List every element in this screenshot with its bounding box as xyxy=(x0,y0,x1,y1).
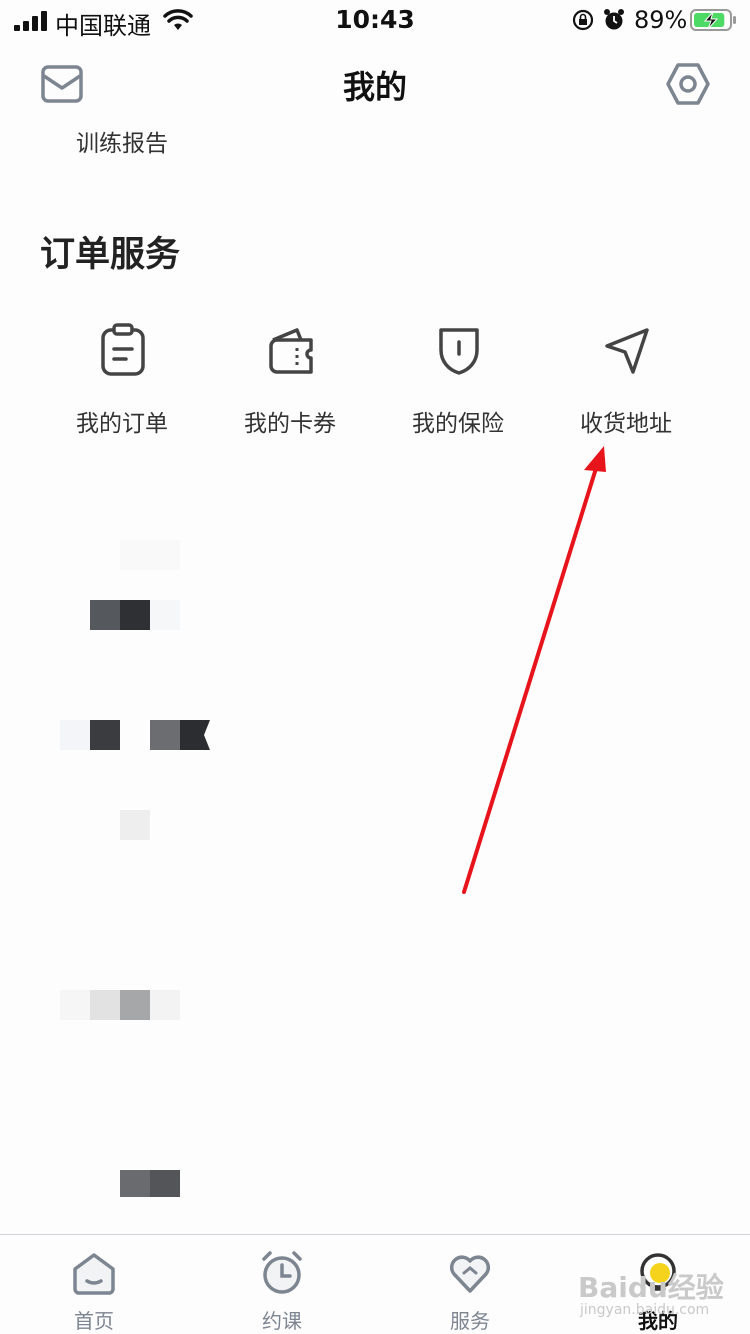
pixelated-block xyxy=(120,1170,150,1197)
tab-booking[interactable]: 约课 xyxy=(188,1235,376,1334)
tab-services[interactable]: 服务 xyxy=(376,1235,564,1334)
home-icon xyxy=(73,1253,115,1295)
tab-mine[interactable]: 我的 xyxy=(564,1235,750,1334)
page-title: 我的 xyxy=(342,68,407,106)
shield-icon xyxy=(439,328,479,375)
pixelated-block xyxy=(60,990,90,1020)
rotation-lock-icon xyxy=(572,9,594,31)
training-report-link[interactable]: 训练报告 xyxy=(76,124,168,158)
tab-services-label: 服务 xyxy=(450,1309,490,1333)
tab-mine-label: 我的 xyxy=(638,1309,678,1333)
pixelated-block xyxy=(150,600,180,630)
clipboard-icon xyxy=(101,323,145,376)
my-orders-button[interactable]: 我的订单 xyxy=(38,318,206,448)
my-coupons-label: 我的卡券 xyxy=(244,411,336,437)
my-coupons-button[interactable]: 我的卡券 xyxy=(206,318,374,448)
header: 我的 xyxy=(0,56,750,116)
settings-icon[interactable] xyxy=(664,60,712,108)
pixelated-block xyxy=(60,720,90,750)
pixelated-block xyxy=(150,990,180,1020)
navigation-arrow-icon xyxy=(605,328,649,374)
pixelated-block xyxy=(90,990,120,1020)
my-orders-label: 我的订单 xyxy=(76,411,168,437)
pixelated-block xyxy=(120,810,150,840)
tab-bar: 首页 约课 服务 我的 xyxy=(0,1234,750,1334)
tab-booking-label: 约课 xyxy=(262,1309,302,1333)
my-insurance-label: 我的保险 xyxy=(412,411,504,437)
pixelated-block xyxy=(120,600,150,630)
pixelated-block xyxy=(150,720,180,750)
alarm-icon xyxy=(604,9,624,30)
order-service-title: 订单服务 xyxy=(40,235,181,275)
shipping-address-label: 收货地址 xyxy=(580,411,672,437)
status-bar: 中国联通 10:43 89% xyxy=(0,0,750,42)
tab-home-label: 首页 xyxy=(74,1309,114,1333)
tab-home[interactable]: 首页 xyxy=(0,1235,188,1334)
pixelated-block xyxy=(150,1170,180,1197)
alarm-clock-icon xyxy=(262,1251,302,1294)
heart-icon xyxy=(449,1255,491,1293)
battery-percent: 89% xyxy=(634,6,688,34)
pixelated-block xyxy=(180,720,210,750)
profile-bulb-icon xyxy=(640,1253,676,1291)
order-service-grid: 我的订单 我的卡券 我的保险 收货地址 xyxy=(38,318,710,448)
pixelated-block xyxy=(90,600,120,630)
pixelated-block xyxy=(90,720,120,750)
shipping-address-button[interactable]: 收货地址 xyxy=(542,318,710,448)
wallet-icon xyxy=(269,328,313,374)
pixelated-block xyxy=(120,990,150,1020)
battery-charging-icon xyxy=(690,9,736,31)
my-insurance-button[interactable]: 我的保险 xyxy=(374,318,542,448)
pixelated-block xyxy=(120,540,180,570)
annotation-arrow xyxy=(462,446,606,894)
